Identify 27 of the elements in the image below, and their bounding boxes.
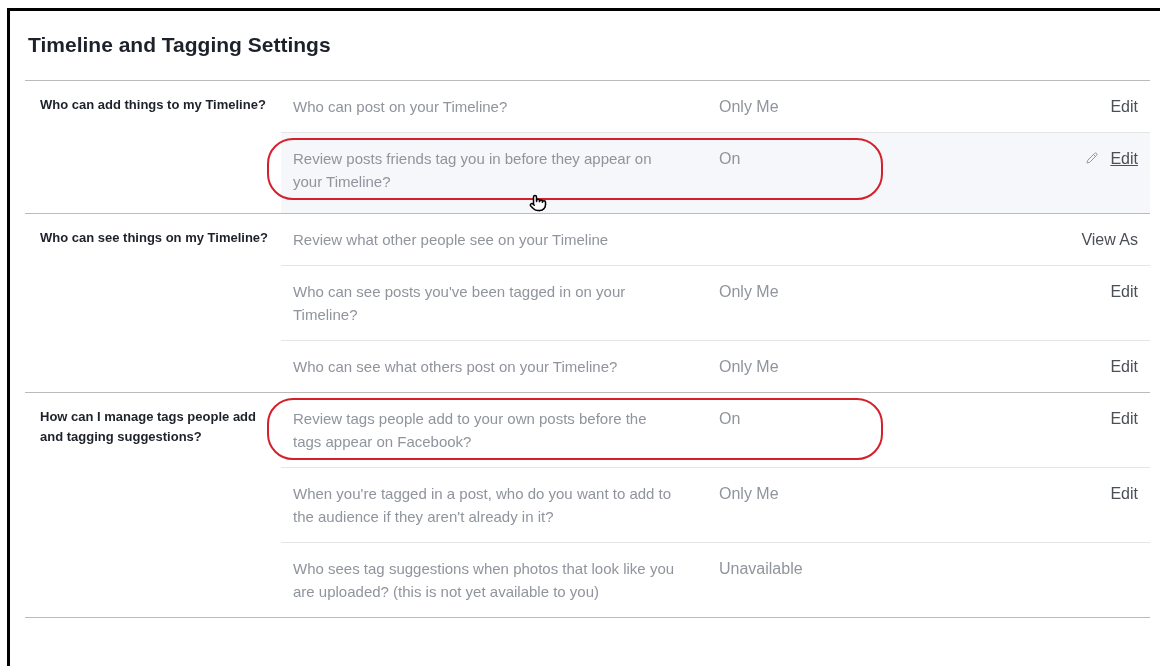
setting-question: Who can see posts you've been tagged in on your Timeline? [292,281,627,325]
setting-question: When you're tagged in a post, who do you want to add to the audience if they aren't already in it? [292,483,673,527]
setting-value: On [718,148,742,169]
edit-link[interactable]: Edit [1110,354,1138,378]
pencil-icon [1086,152,1099,164]
section-label: Who can see things on my Timeline? [39,228,270,247]
edit-link[interactable]: View As [1081,227,1138,251]
edit-link[interactable]: Edit [1110,481,1138,505]
setting-value: Only Me [718,96,780,117]
edit-link[interactable]: Edit [1110,146,1138,170]
edit-link[interactable]: Edit [1110,279,1138,303]
setting-value: Only Me [718,483,780,504]
setting-question: Review what other people see on your Timeline [292,229,610,250]
edit-link[interactable]: Edit [1110,406,1138,430]
setting-question: Review posts friends tag you in before they appear on your Timeline? [292,148,653,192]
setting-value: Only Me [718,356,780,377]
setting-question: Who can post on your Timeline? [292,96,509,117]
setting-question: Review tags people add to your own posts before the tags appear on Facebook? [292,408,648,452]
section-label: Who can add things to my Timeline? [39,95,267,114]
edit-link[interactable]: Edit [1110,94,1138,118]
setting-value: Only Me [718,281,780,302]
setting-value: On [718,408,742,429]
setting-value: Unavailable [718,558,804,579]
setting-question: Who can see what others post on your Timeline? [292,356,619,377]
page-title: Timeline and Tagging Settings [27,32,332,58]
setting-question: Who sees tag suggestions when photos that look like you are uploaded? (this is not yet available to you) [292,558,676,602]
section-label: How can I manage tags people add and tagging suggestions? [39,407,257,446]
